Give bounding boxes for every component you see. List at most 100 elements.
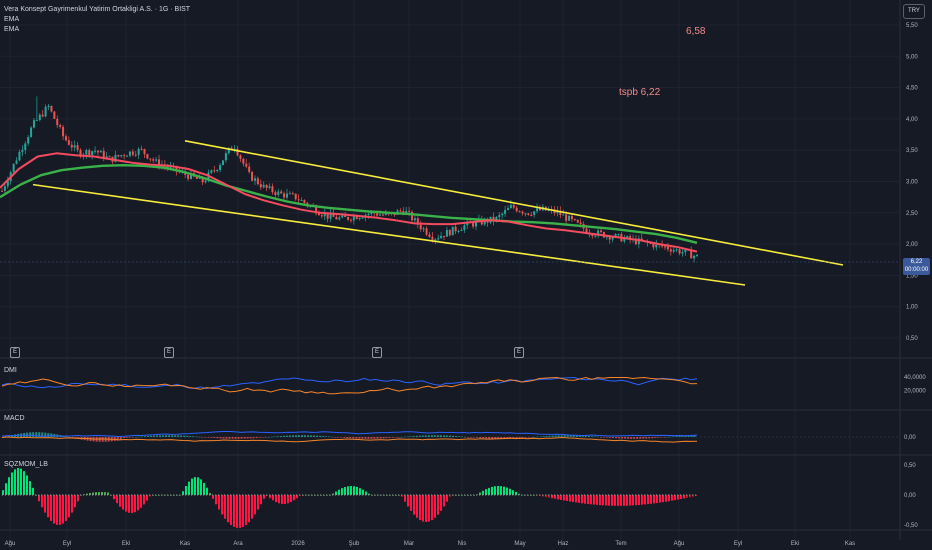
candle-body <box>367 213 370 215</box>
macd-histogram-bar <box>32 432 35 437</box>
candle-body <box>358 218 361 220</box>
sqzmom-zero-dot <box>449 494 451 496</box>
sqzmom-zero-dot <box>38 494 40 496</box>
sqzmom-zero-dot <box>167 494 169 496</box>
ema-fast-label[interactable]: EMA <box>4 16 19 23</box>
candle-body <box>32 120 35 128</box>
macd-histogram-bar <box>322 436 325 437</box>
sqzmom-pane-label[interactable]: SQZMOM_LB <box>4 461 48 468</box>
currency-badge[interactable]: TRY <box>903 4 925 19</box>
price-tick-label: 1,00 <box>906 305 918 311</box>
sqzmom-bar <box>143 495 145 505</box>
candle-body <box>518 211 521 213</box>
macd-histogram-bar <box>213 437 216 438</box>
sqzmom-zero-dot <box>152 494 154 496</box>
macd-histogram-bar <box>282 435 285 437</box>
sqzmom-zero-dot <box>635 494 637 496</box>
candle-body <box>376 213 379 216</box>
sqzmom-zero-dot <box>350 494 352 496</box>
sqzmom-bar <box>362 489 364 495</box>
sqzmom-bar <box>500 486 502 495</box>
macd-histogram-bar <box>146 436 149 437</box>
earnings-marker[interactable]: E <box>514 347 524 358</box>
sqzmom-zero-dot <box>215 494 217 496</box>
sqzmom-zero-dot <box>380 494 382 496</box>
macd-histogram-bar <box>470 437 473 438</box>
sqzmom-bar <box>29 481 31 495</box>
candle-body <box>303 199 306 203</box>
sqzmom-zero-dot <box>626 494 628 496</box>
macd-histogram-bar <box>379 437 382 439</box>
sqzmom-zero-dot <box>191 494 193 496</box>
sqzmom-zero-dot <box>560 494 562 496</box>
candle-body <box>143 149 146 155</box>
candle-body <box>326 213 329 219</box>
earnings-marker[interactable]: E <box>164 347 174 358</box>
sqzmom-bar <box>293 495 295 501</box>
macd-histogram-bar <box>186 435 189 437</box>
sqzmom-bar <box>113 495 115 500</box>
candle-body <box>253 178 256 181</box>
candle-body <box>515 207 518 212</box>
macd-histogram-bar <box>548 435 551 437</box>
sqzmom-zero-dot <box>542 494 544 496</box>
macd-histogram-bar <box>367 437 370 439</box>
macd-histogram-bar <box>122 437 125 438</box>
sqzmom-bar <box>236 495 238 528</box>
sqzmom-bar <box>11 472 13 495</box>
macd-histogram-bar <box>485 437 488 439</box>
annotation-top: 6,58 <box>686 26 706 37</box>
candle-body <box>573 219 576 221</box>
earnings-marker[interactable]: E <box>372 347 382 358</box>
macd-histogram-bar <box>219 437 222 439</box>
macd-histogram-bar <box>149 435 152 437</box>
sqzmom-bar <box>488 487 490 495</box>
macd-histogram-bar <box>418 435 421 437</box>
sqzmom-zero-dot <box>383 494 385 496</box>
candle-body <box>146 154 149 159</box>
sqzmom-zero-dot <box>455 494 457 496</box>
candle-body <box>245 163 248 167</box>
sqzmom-zero-dot <box>347 494 349 496</box>
sqzmom-zero-dot <box>245 494 247 496</box>
ema-slow-label[interactable]: EMA <box>4 26 19 33</box>
sqzmom-zero-dot <box>173 494 175 496</box>
sqzmom-bar <box>197 477 199 495</box>
chart-canvas[interactable]: 5,505,004,504,003,503,002,502,001,501,00… <box>0 0 932 550</box>
sqzmom-zero-dot <box>254 494 256 496</box>
candle-body <box>501 213 504 216</box>
sqzmom-bar <box>413 495 415 515</box>
candle-body <box>76 145 79 150</box>
sqzmom-tick-label: 0,00 <box>904 493 916 499</box>
sqzmom-zero-dot <box>8 494 10 496</box>
macd-histogram-bar <box>593 436 596 438</box>
sqzmom-bar <box>428 495 430 522</box>
sqzmom-zero-dot <box>170 494 172 496</box>
sqzmom-zero-dot <box>335 494 337 496</box>
macd-pane-label[interactable]: MACD <box>4 415 25 422</box>
macd-histogram-bar <box>216 437 219 439</box>
macd-histogram-bar <box>246 437 249 439</box>
sqzmom-zero-dot <box>290 494 292 496</box>
sqzmom-bar <box>629 495 631 506</box>
candle-body <box>428 234 431 237</box>
earnings-marker[interactable]: E <box>10 347 20 358</box>
sqzmom-zero-dot <box>362 494 364 496</box>
sqzmom-zero-dot <box>569 494 571 496</box>
macd-histogram-bar <box>225 437 228 439</box>
candle-body <box>506 208 509 211</box>
macd-histogram-bar <box>331 436 334 438</box>
dmi-pane-label[interactable]: DMI <box>4 367 17 374</box>
sqzmom-zero-dot <box>572 494 574 496</box>
candle-body <box>187 174 190 179</box>
macd-histogram-bar <box>165 435 168 437</box>
sqzmom-bar <box>605 495 607 506</box>
sqzmom-bar <box>599 495 601 506</box>
candle-body <box>361 217 364 219</box>
sqzmom-zero-dot <box>326 494 328 496</box>
macd-histogram-bar <box>639 437 642 439</box>
candle-body <box>239 155 242 159</box>
macd-histogram-bar <box>624 437 627 439</box>
sqzmom-bar <box>434 495 436 518</box>
sqzmom-tick-label: 0,50 <box>904 463 916 469</box>
